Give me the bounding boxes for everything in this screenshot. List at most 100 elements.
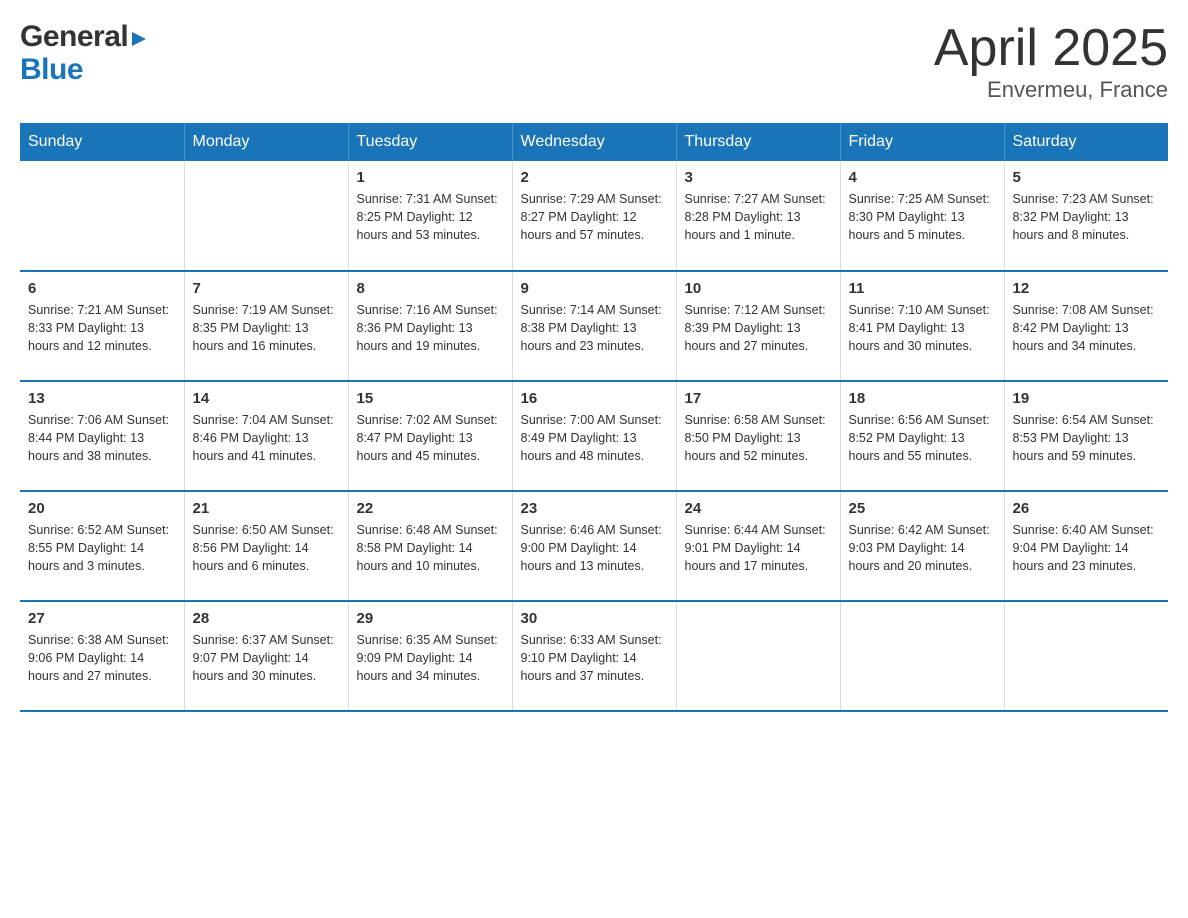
calendar-header: SundayMondayTuesdayWednesdayThursdayFrid… — [20, 123, 1168, 161]
day-header-tuesday: Tuesday — [348, 123, 512, 161]
calendar-cell — [184, 161, 348, 271]
day-header-monday: Monday — [184, 123, 348, 161]
calendar-cell — [20, 161, 184, 271]
day-number: 4 — [849, 169, 996, 186]
week-row-3: 13 Sunrise: 7:06 AM Sunset: 8:44 PM Dayli… — [20, 381, 1168, 491]
calendar-body: 1Sunrise: 7:31 AM Sunset: 8:25 PM Daylig… — [20, 161, 1168, 711]
day-info: Sunrise: 7:19 AM Sunset: 8:35 PM Dayligh… — [193, 301, 340, 355]
calendar-cell: 13 Sunrise: 7:06 AM Sunset: 8:44 PM Dayli… — [20, 381, 184, 491]
day-info: Sunrise: 7:12 AM Sunset: 8:39 PM Dayligh… — [685, 301, 832, 355]
day-header-wednesday: Wednesday — [512, 123, 676, 161]
week-row-2: 6Sunrise: 7:21 AM Sunset: 8:33 PM Daylig… — [20, 271, 1168, 381]
day-info: Sunrise: 6:44 AM Sunset: 9:01 PM Dayligh… — [685, 521, 832, 575]
day-info: Sunrise: 6:56 AM Sunset: 8:52 PM Dayligh… — [849, 411, 996, 465]
day-info: Sunrise: 7:04 AM Sunset: 8:46 PM Dayligh… — [193, 411, 340, 465]
calendar-cell: 27 Sunrise: 6:38 AM Sunset: 9:06 PM Dayli… — [20, 601, 184, 711]
day-info: Sunrise: 6:54 AM Sunset: 8:53 PM Dayligh… — [1013, 411, 1161, 465]
day-number: 18 — [849, 390, 996, 407]
calendar-cell: 11Sunrise: 7:10 AM Sunset: 8:41 PM Dayli… — [840, 271, 1004, 381]
day-number: 12 — [1013, 280, 1161, 297]
day-info: Sunrise: 6:35 AM Sunset: 9:09 PM Dayligh… — [357, 631, 504, 685]
calendar-subtitle: Envermeu, France — [934, 77, 1168, 103]
day-info: Sunrise: 7:00 AM Sunset: 8:49 PM Dayligh… — [521, 411, 668, 465]
day-number: 3 — [685, 169, 832, 186]
day-number: 9 — [521, 280, 668, 297]
day-number: 1 — [357, 169, 504, 186]
page-header: General Blue April 2025 Envermeu, France — [20, 20, 1168, 103]
day-header-thursday: Thursday — [676, 123, 840, 161]
logo-general-text: General — [20, 20, 128, 53]
day-number: 25 — [849, 500, 996, 517]
day-number: 27 — [28, 610, 176, 627]
day-header-saturday: Saturday — [1004, 123, 1168, 161]
calendar-cell: 18 Sunrise: 6:56 AM Sunset: 8:52 PM Dayli… — [840, 381, 1004, 491]
calendar-cell — [1004, 601, 1168, 711]
logo-arrow-icon — [130, 30, 148, 53]
calendar-cell: 4 Sunrise: 7:25 AM Sunset: 8:30 PM Daylig… — [840, 161, 1004, 271]
day-number: 15 — [357, 390, 504, 407]
day-info: Sunrise: 6:33 AM Sunset: 9:10 PM Dayligh… — [521, 631, 668, 685]
day-number: 24 — [685, 500, 832, 517]
calendar-cell: 22 Sunrise: 6:48 AM Sunset: 8:58 PM Dayli… — [348, 491, 512, 601]
day-info: Sunrise: 6:48 AM Sunset: 8:58 PM Dayligh… — [357, 521, 504, 575]
calendar-cell: 25 Sunrise: 6:42 AM Sunset: 9:03 PM Dayli… — [840, 491, 1004, 601]
calendar-cell: 20 Sunrise: 6:52 AM Sunset: 8:55 PM Dayli… — [20, 491, 184, 601]
calendar-cell — [840, 601, 1004, 711]
calendar-cell: 28 Sunrise: 6:37 AM Sunset: 9:07 PM Dayli… — [184, 601, 348, 711]
day-number: 5 — [1013, 169, 1161, 186]
week-row-4: 20 Sunrise: 6:52 AM Sunset: 8:55 PM Dayli… — [20, 491, 1168, 601]
day-number: 8 — [357, 280, 504, 297]
day-number: 28 — [193, 610, 340, 627]
day-info: Sunrise: 7:29 AM Sunset: 8:27 PM Dayligh… — [521, 190, 668, 244]
logo: General Blue — [20, 20, 148, 86]
day-number: 20 — [28, 500, 176, 517]
calendar-cell: 12Sunrise: 7:08 AM Sunset: 8:42 PM Dayli… — [1004, 271, 1168, 381]
day-number: 6 — [28, 280, 176, 297]
logo-line1: General — [20, 20, 148, 53]
day-number: 14 — [193, 390, 340, 407]
day-number: 16 — [521, 390, 668, 407]
day-number: 30 — [521, 610, 668, 627]
day-info: Sunrise: 6:38 AM Sunset: 9:06 PM Dayligh… — [28, 631, 176, 685]
day-number: 13 — [28, 390, 176, 407]
day-number: 10 — [685, 280, 832, 297]
calendar-cell: 5Sunrise: 7:23 AM Sunset: 8:32 PM Daylig… — [1004, 161, 1168, 271]
day-info: Sunrise: 6:42 AM Sunset: 9:03 PM Dayligh… — [849, 521, 996, 575]
day-info: Sunrise: 6:40 AM Sunset: 9:04 PM Dayligh… — [1013, 521, 1161, 575]
day-info: Sunrise: 7:14 AM Sunset: 8:38 PM Dayligh… — [521, 301, 668, 355]
calendar-cell: 19 Sunrise: 6:54 AM Sunset: 8:53 PM Dayli… — [1004, 381, 1168, 491]
days-of-week-row: SundayMondayTuesdayWednesdayThursdayFrid… — [20, 123, 1168, 161]
day-info: Sunrise: 7:25 AM Sunset: 8:30 PM Dayligh… — [849, 190, 996, 244]
calendar-cell: 16 Sunrise: 7:00 AM Sunset: 8:49 PM Dayli… — [512, 381, 676, 491]
day-number: 11 — [849, 280, 996, 297]
logo-line2: Blue — [20, 53, 148, 86]
day-number: 19 — [1013, 390, 1161, 407]
day-number: 23 — [521, 500, 668, 517]
day-number: 7 — [193, 280, 340, 297]
day-header-sunday: Sunday — [20, 123, 184, 161]
calendar-table: SundayMondayTuesdayWednesdayThursdayFrid… — [20, 123, 1168, 712]
day-number: 22 — [357, 500, 504, 517]
day-number: 26 — [1013, 500, 1161, 517]
calendar-cell: 14 Sunrise: 7:04 AM Sunset: 8:46 PM Dayli… — [184, 381, 348, 491]
calendar-cell: 26 Sunrise: 6:40 AM Sunset: 9:04 PM Dayli… — [1004, 491, 1168, 601]
calendar-cell: 29 Sunrise: 6:35 AM Sunset: 9:09 PM Dayli… — [348, 601, 512, 711]
day-number: 2 — [521, 169, 668, 186]
day-info: Sunrise: 6:52 AM Sunset: 8:55 PM Dayligh… — [28, 521, 176, 575]
day-number: 29 — [357, 610, 504, 627]
calendar-cell: 21 Sunrise: 6:50 AM Sunset: 8:56 PM Dayli… — [184, 491, 348, 601]
day-info: Sunrise: 6:37 AM Sunset: 9:07 PM Dayligh… — [193, 631, 340, 685]
day-number: 21 — [193, 500, 340, 517]
day-info: Sunrise: 7:02 AM Sunset: 8:47 PM Dayligh… — [357, 411, 504, 465]
day-info: Sunrise: 6:50 AM Sunset: 8:56 PM Dayligh… — [193, 521, 340, 575]
day-header-friday: Friday — [840, 123, 1004, 161]
week-row-5: 27 Sunrise: 6:38 AM Sunset: 9:06 PM Dayli… — [20, 601, 1168, 711]
day-info: Sunrise: 7:06 AM Sunset: 8:44 PM Dayligh… — [28, 411, 176, 465]
calendar-cell: 6Sunrise: 7:21 AM Sunset: 8:33 PM Daylig… — [20, 271, 184, 381]
calendar-cell: 8Sunrise: 7:16 AM Sunset: 8:36 PM Daylig… — [348, 271, 512, 381]
calendar-cell: 9 Sunrise: 7:14 AM Sunset: 8:38 PM Daylig… — [512, 271, 676, 381]
calendar-cell: 17Sunrise: 6:58 AM Sunset: 8:50 PM Dayli… — [676, 381, 840, 491]
day-info: Sunrise: 7:27 AM Sunset: 8:28 PM Dayligh… — [685, 190, 832, 244]
calendar-cell: 1Sunrise: 7:31 AM Sunset: 8:25 PM Daylig… — [348, 161, 512, 271]
calendar-cell: 10 Sunrise: 7:12 AM Sunset: 8:39 PM Dayli… — [676, 271, 840, 381]
